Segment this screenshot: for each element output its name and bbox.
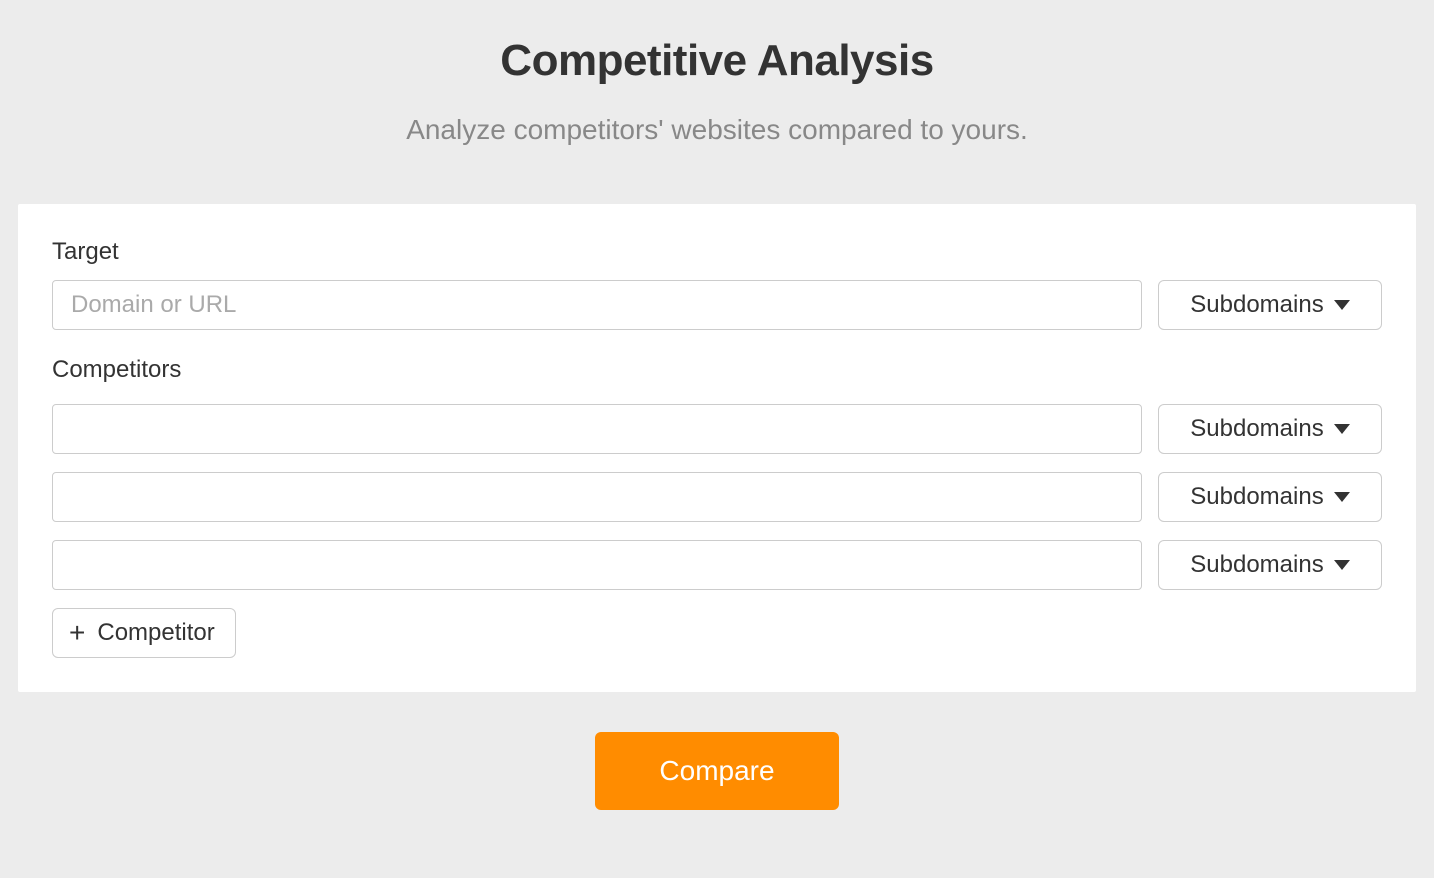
target-label: Target	[52, 238, 1382, 266]
competitor-input-3[interactable]	[52, 540, 1142, 590]
page-title: Competitive Analysis	[18, 36, 1416, 86]
competitor-mode-label: Subdomains	[1190, 415, 1323, 443]
competitor-input-2[interactable]	[52, 472, 1142, 522]
competitor-mode-dropdown-2[interactable]: Subdomains	[1158, 472, 1382, 522]
compare-button[interactable]: Compare	[595, 732, 838, 810]
target-mode-label: Subdomains	[1190, 291, 1323, 319]
target-mode-dropdown[interactable]: Subdomains	[1158, 280, 1382, 330]
target-row: Subdomains	[52, 280, 1382, 330]
page-header: Competitive Analysis Analyze competitors…	[18, 0, 1416, 186]
competitors-label: Competitors	[52, 356, 1382, 384]
competitor-row: Subdomains	[52, 404, 1382, 454]
caret-down-icon	[1334, 492, 1350, 502]
page-subtitle: Analyze competitors' websites compared t…	[18, 114, 1416, 146]
competitor-mode-dropdown-3[interactable]: Subdomains	[1158, 540, 1382, 590]
competitor-row: Subdomains	[52, 540, 1382, 590]
target-input[interactable]	[52, 280, 1142, 330]
competitor-mode-label: Subdomains	[1190, 551, 1323, 579]
competitor-row: Subdomains	[52, 472, 1382, 522]
caret-down-icon	[1334, 424, 1350, 434]
actions: Compare	[18, 732, 1416, 810]
competitor-mode-label: Subdomains	[1190, 483, 1323, 511]
competitor-mode-dropdown-1[interactable]: Subdomains	[1158, 404, 1382, 454]
plus-icon: +	[69, 619, 85, 647]
form-card: Target Subdomains Competitors Subdomains	[18, 204, 1416, 692]
caret-down-icon	[1334, 560, 1350, 570]
add-competitor-label: Competitor	[97, 619, 214, 647]
competitors-section: Competitors Subdomains Subdomains	[52, 356, 1382, 658]
competitor-input-1[interactable]	[52, 404, 1142, 454]
compare-button-label: Compare	[659, 755, 774, 787]
caret-down-icon	[1334, 300, 1350, 310]
add-competitor-button[interactable]: + Competitor	[52, 608, 236, 658]
